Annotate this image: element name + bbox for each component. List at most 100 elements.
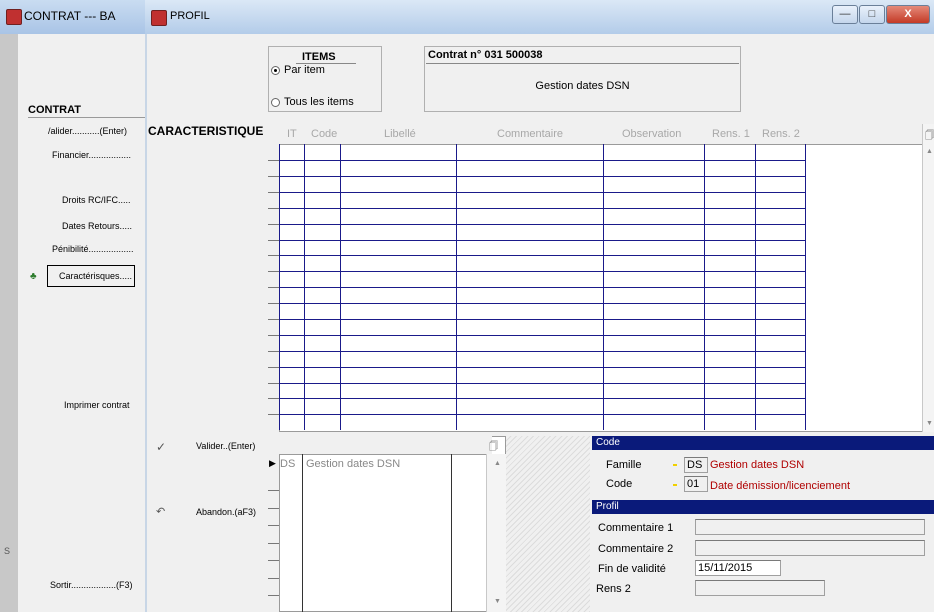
famille-desc: Gestion dates DSN	[710, 459, 805, 471]
penibilite-link[interactable]: Pénibilité..................	[52, 244, 134, 254]
code-grid-header	[268, 436, 492, 455]
commentaire1-field[interactable]	[695, 519, 925, 535]
hatched-area	[506, 436, 590, 612]
row-header-tick	[268, 255, 279, 256]
caracteristiques-label: Caractérisques.....	[59, 271, 133, 281]
label-cell[interactable]: Gestion dates DSN	[306, 458, 400, 470]
caracteristiques-icon: ♣	[30, 271, 37, 282]
row-header-tick	[268, 543, 279, 544]
row-header-tick	[268, 319, 279, 320]
code-grid-scrollbar[interactable]: ▲ ▼	[486, 454, 507, 612]
rens2-label: Rens 2	[596, 583, 631, 595]
code-grid-menu-icon[interactable]: 🗍	[489, 439, 498, 455]
grid-row-line	[279, 224, 805, 225]
financier-link[interactable]: Financier.................	[52, 150, 131, 160]
code-band: Code	[592, 436, 934, 450]
scroll-up-icon[interactable]: ▲	[926, 148, 933, 155]
back-window-edge: S	[0, 34, 18, 612]
column-header[interactable]: IT	[287, 128, 297, 140]
row-header-tick	[268, 595, 279, 596]
grid-row-line	[279, 255, 805, 256]
column-header[interactable]: Rens. 1	[712, 128, 750, 140]
code-field[interactable]: 01	[684, 476, 708, 492]
valider-link[interactable]: /alider...........(Enter)	[48, 126, 127, 136]
row-header-tick	[268, 383, 279, 384]
fin-validite-field[interactable]: 15/11/2015	[695, 560, 781, 576]
caracteristique-label: CARACTERISTIQUE	[148, 124, 264, 138]
caracteristique-grid[interactable]	[268, 124, 934, 432]
scroll-down-icon[interactable]: ▼	[926, 420, 933, 427]
back-window-titlebar[interactable]: CONTRAT --- BA	[0, 0, 160, 34]
column-header[interactable]: Libellé	[384, 128, 416, 140]
row-header-tick	[268, 367, 279, 368]
code-grid-divider	[302, 454, 303, 612]
required-marker	[673, 464, 677, 466]
grid-row-line	[279, 335, 805, 336]
sortir-link[interactable]: Sortir..................(F3)	[50, 580, 133, 590]
close-button[interactable]: X	[886, 5, 930, 24]
row-header-tick	[268, 224, 279, 225]
row-header-tick	[268, 303, 279, 304]
divider	[28, 117, 146, 118]
profil-titlebar[interactable]: PROFIL	[145, 0, 934, 34]
grid-row-line	[279, 367, 805, 368]
column-header[interactable]: Code	[311, 128, 337, 140]
grid-menu-icon[interactable]: 🗍	[925, 128, 934, 144]
valider-button[interactable]: Valider..(Enter)	[196, 441, 255, 451]
radio-tous-les-items[interactable]: Tous les items	[271, 96, 354, 108]
row-header-tick	[268, 208, 279, 209]
row-header-tick	[268, 508, 279, 509]
profil-band: Profil	[592, 500, 934, 514]
droits-link[interactable]: Droits RC/IFC.....	[62, 195, 131, 205]
row-header-tick	[268, 192, 279, 193]
grid-row-line	[279, 240, 805, 241]
contrat-heading: CONTRAT	[28, 104, 81, 116]
imprimer-link[interactable]: Imprimer contrat	[64, 400, 130, 410]
contrat-value: Gestion dates DSN	[535, 80, 630, 92]
commentaire1-label: Commentaire 1	[598, 522, 674, 534]
code-grid-divider	[451, 454, 452, 612]
back-window-title: CONTRAT --- BA	[24, 9, 116, 23]
grid-column-line	[805, 144, 806, 430]
grid-row-line	[279, 398, 805, 399]
row-header-tick	[268, 560, 279, 561]
row-header-tick	[268, 160, 279, 161]
row-header-tick	[268, 490, 279, 491]
famille-field[interactable]: DS	[684, 457, 708, 473]
rens2-field[interactable]	[695, 580, 825, 596]
row-header-tick	[268, 398, 279, 399]
column-header[interactable]: Observation	[622, 128, 681, 140]
grid-row-line	[279, 208, 805, 209]
minimize-button[interactable]: —	[832, 5, 858, 24]
scroll-up-icon[interactable]: ▲	[494, 460, 501, 467]
grid-row-line	[279, 414, 805, 415]
abandon-button[interactable]: Abandon.(aF3)	[196, 507, 256, 517]
scroll-down-icon[interactable]: ▼	[494, 598, 501, 605]
grid-row-line	[279, 351, 805, 352]
column-header[interactable]: Rens. 2	[762, 128, 800, 140]
grid-row-line	[279, 271, 805, 272]
grid-row-line	[279, 319, 805, 320]
radio-par-item[interactable]: Par item	[271, 64, 325, 76]
code-label: Code	[606, 478, 633, 490]
row-header-tick	[268, 240, 279, 241]
grid-row-line	[279, 383, 805, 384]
commentaire2-field[interactable]	[695, 540, 925, 556]
row-header-tick	[268, 271, 279, 272]
undo-icon: ↶	[156, 506, 166, 518]
required-marker	[673, 484, 677, 486]
grid-row-line	[279, 303, 805, 304]
row-header-tick	[268, 351, 279, 352]
column-header[interactable]: Commentaire	[497, 128, 563, 140]
code-grid-row-header	[268, 454, 280, 612]
radio-tous-label: Tous les items	[284, 96, 354, 108]
check-icon: ✓	[156, 440, 167, 454]
grid-row-line	[279, 287, 805, 288]
dates-retours-link[interactable]: Dates Retours.....	[62, 221, 132, 231]
code-cell[interactable]: DS	[280, 458, 295, 470]
row-header-tick	[268, 176, 279, 177]
grid-scrollbar[interactable]: ▲ ▼	[922, 124, 934, 432]
radio-par-item-label: Par item	[284, 64, 325, 76]
maximize-button[interactable]: □	[859, 5, 885, 24]
grid-header	[268, 124, 923, 145]
